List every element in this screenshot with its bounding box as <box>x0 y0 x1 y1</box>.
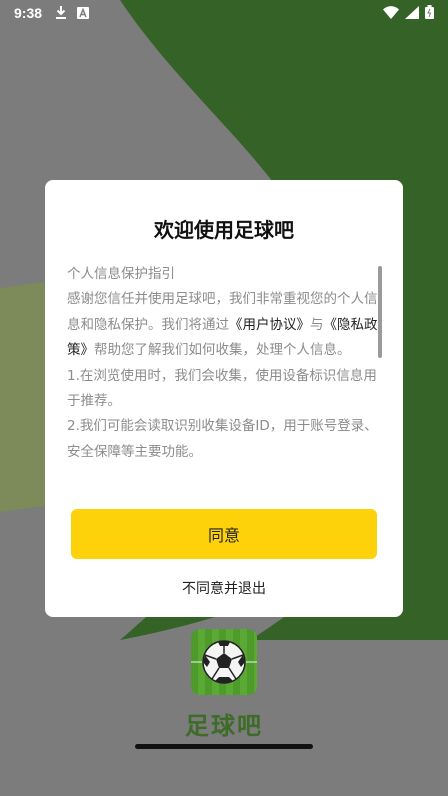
status-left-icons <box>55 6 89 19</box>
body-item-1: 1.在浏览使用时，我们会收集，使用设备标识信息用于推荐。 <box>67 367 377 410</box>
body-scrollbar[interactable] <box>378 266 382 358</box>
dialog-body[interactable]: 个人信息保护指引 感谢您信任并使用足球吧，我们非常重视您的个人信息和隐私保护。我… <box>67 262 381 482</box>
body-heading: 个人信息保护指引 <box>67 266 175 282</box>
a-badge-icon <box>77 6 89 19</box>
signal-icon <box>405 5 419 19</box>
soccer-ball-icon <box>191 640 257 684</box>
body-intro: 感谢您信任并使用足球吧，我们非常重视您的个人信息和隐私保护。我们将通过《用户协议… <box>67 287 381 363</box>
status-right-icons <box>383 5 434 19</box>
agree-button[interactable]: 同意 <box>71 509 377 559</box>
wifi-icon <box>383 5 399 19</box>
privacy-dialog: 欢迎使用足球吧 个人信息保护指引 感谢您信任并使用足球吧，我们非常重视您的个人信… <box>45 180 403 617</box>
intro-after-text: 帮助您了解我们如何收集，处理个人信息。 <box>94 342 351 359</box>
dialog-title: 欢迎使用足球吧 <box>154 218 294 242</box>
disagree-exit-button[interactable]: 不同意并退出 <box>45 578 403 598</box>
home-indicator[interactable] <box>135 744 313 749</box>
status-bar: 9:38 <box>0 0 448 26</box>
app-name: 足球吧 <box>185 712 263 740</box>
user-agreement-link[interactable]: 《用户协议》 <box>229 317 310 333</box>
and-text: 与 <box>310 316 324 333</box>
app-logo <box>191 629 257 695</box>
body-item-2: 2.我们可能会读取识别收集设备ID，用于账号登录、安全保障等主要功能。 <box>67 418 378 460</box>
battery-icon <box>425 5 434 19</box>
status-time: 9:38 <box>14 5 43 21</box>
download-icon <box>56 6 66 19</box>
